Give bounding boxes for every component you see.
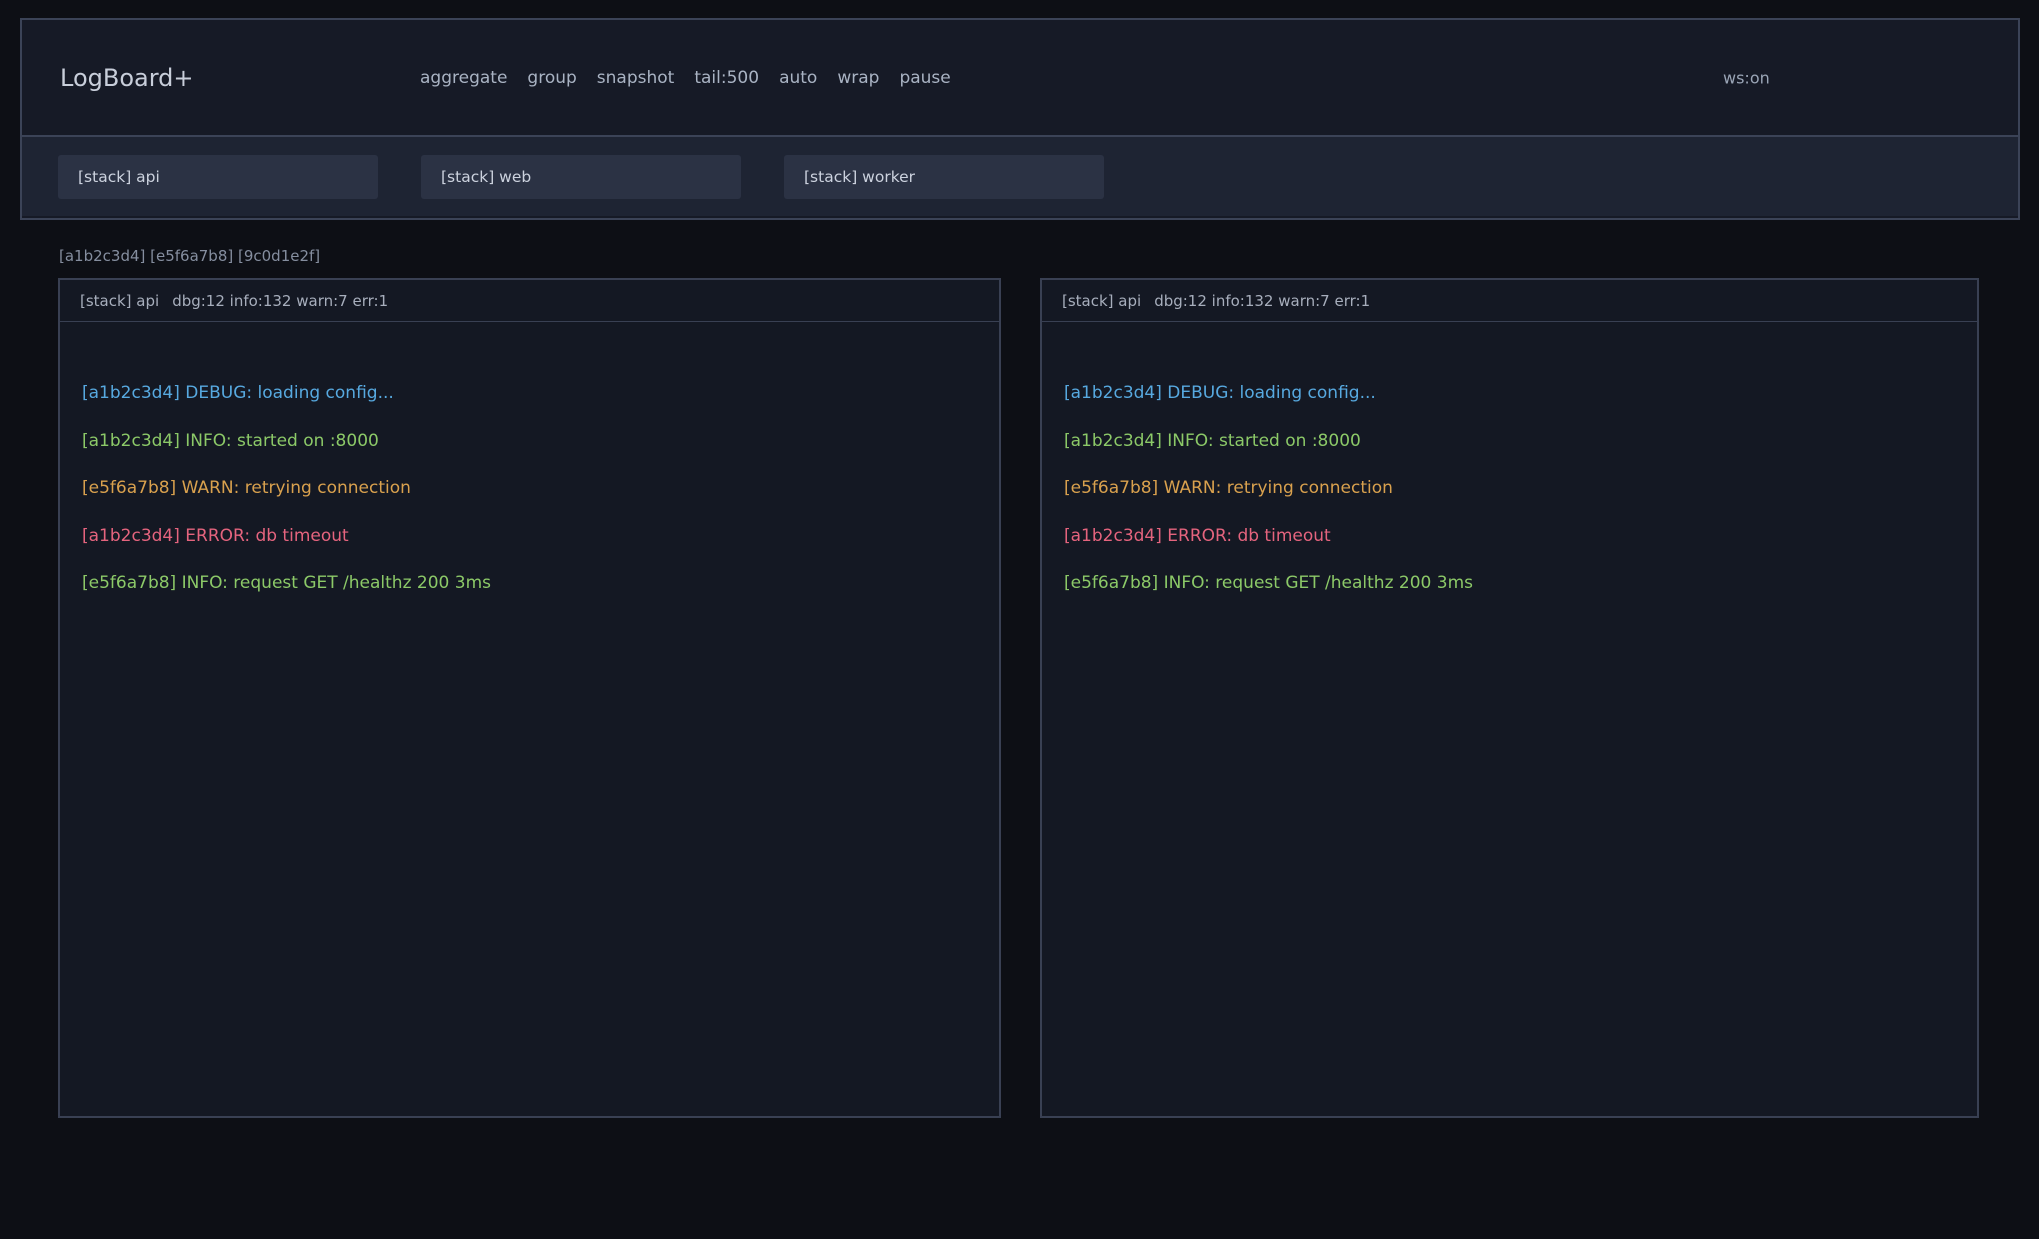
stack-tab-stack-worker[interactable]: [stack] worker	[784, 155, 1104, 199]
menu-item-auto[interactable]: auto	[779, 68, 817, 88]
log-panel-header: [stack] api dbg:12 info:132 warn:7 err:1	[1042, 280, 1977, 322]
menu-item-pause[interactable]: pause	[899, 68, 950, 88]
stack-tab-row: [stack] api [stack] web [stack] worker	[22, 135, 2018, 216]
panel-title: [stack] api	[80, 292, 159, 310]
log-line-info: [a1b2c3d4] INFO: started on :8000	[1064, 418, 1957, 466]
panel-counts: dbg:12 info:132 warn:7 err:1	[172, 292, 388, 310]
log-scroll-area[interactable]: [a1b2c3d4] DEBUG: loading config...[a1b2…	[60, 322, 999, 1116]
log-panel: [stack] api dbg:12 info:132 warn:7 err:1…	[58, 278, 1001, 1118]
menu-item-tail-500[interactable]: tail:500	[694, 68, 759, 88]
topbar-header: LogBoard+ aggregate group snapshot tail:500…	[22, 20, 2018, 135]
stack-tab-stack-web[interactable]: [stack] web	[421, 155, 741, 199]
log-scroll-area[interactable]: [a1b2c3d4] DEBUG: loading config...[a1b2…	[1042, 322, 1977, 1116]
log-line-info: [e5f6a7b8] INFO: request GET /healthz 20…	[82, 560, 979, 608]
panel-title: [stack] api	[1062, 292, 1141, 310]
log-panel-header: [stack] api dbg:12 info:132 warn:7 err:1	[60, 280, 999, 322]
app-title: LogBoard+	[60, 64, 194, 92]
topbar: LogBoard+ aggregate group snapshot tail:500…	[20, 18, 2020, 220]
log-line-error: [a1b2c3d4] ERROR: db timeout	[1064, 513, 1957, 561]
menu-item-snapshot[interactable]: snapshot	[597, 68, 675, 88]
log-panel: [stack] api dbg:12 info:132 warn:7 err:1…	[1040, 278, 1979, 1118]
stack-tab-stack-api[interactable]: [stack] api	[58, 155, 378, 199]
log-line-warn: [e5f6a7b8] WARN: retrying connection	[1064, 465, 1957, 513]
panels-container: [stack] api dbg:12 info:132 warn:7 err:1…	[0, 278, 2039, 1118]
toolbar-menu: aggregate group snapshot tail:500 auto wrappa…	[420, 68, 951, 88]
ws-status: ws:on	[1723, 68, 1770, 87]
log-line-debug: [a1b2c3d4] DEBUG: loading config...	[1064, 370, 1957, 418]
log-line-error: [a1b2c3d4] ERROR: db timeout	[82, 513, 979, 561]
panel-counts: dbg:12 info:132 warn:7 err:1	[1154, 292, 1370, 310]
trace-ids-line: [a1b2c3d4] [e5f6a7b8] [9c0d1e2f]	[59, 247, 320, 265]
menu-item-wrap[interactable]: wrap	[837, 68, 879, 88]
menu-item-aggregate[interactable]: aggregate	[420, 68, 507, 88]
menu-item-group[interactable]: group	[527, 68, 576, 88]
log-line-debug: [a1b2c3d4] DEBUG: loading config...	[82, 370, 979, 418]
log-line-warn: [e5f6a7b8] WARN: retrying connection	[82, 465, 979, 513]
log-line-info: [e5f6a7b8] INFO: request GET /healthz 20…	[1064, 560, 1957, 608]
log-line-info: [a1b2c3d4] INFO: started on :8000	[82, 418, 979, 466]
